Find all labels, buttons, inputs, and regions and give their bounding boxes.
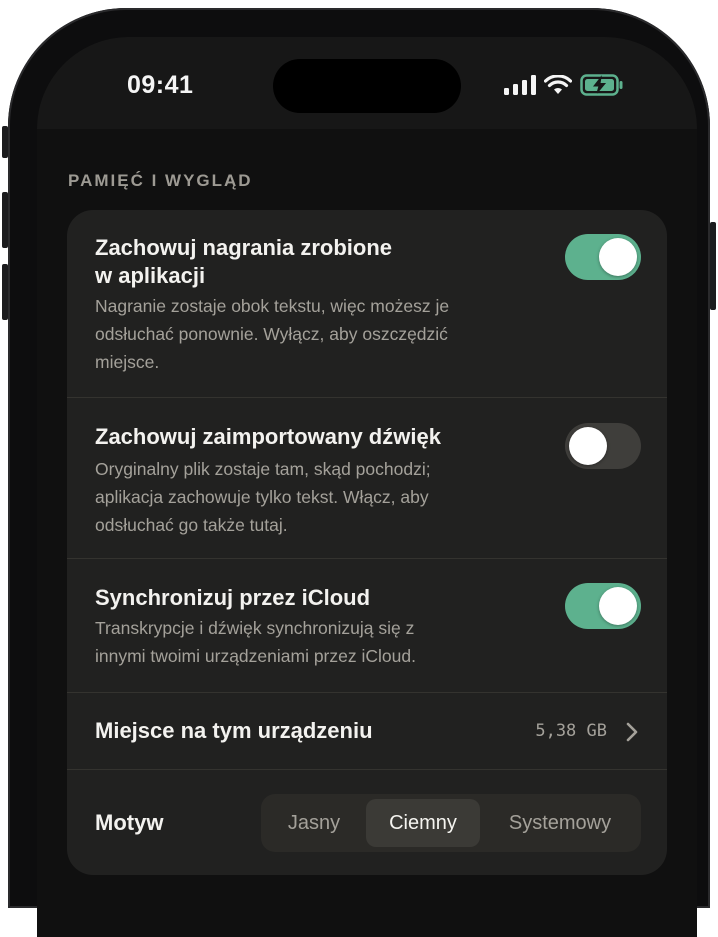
- row-description: Transkrypcje i dźwięk synchronizują się …: [95, 618, 415, 638]
- row-title: Zachowuj zaimportowany dźwięk: [95, 424, 441, 449]
- chevron-right-icon: [626, 722, 638, 742]
- signal-icon: [504, 75, 536, 95]
- toggle-knob: [599, 587, 637, 625]
- row-description: odsłuchać ponownie. Wyłącz, aby oszczędz…: [95, 324, 448, 344]
- screen: 09:41 PAMIĘĆ I WYGLĄD Zachowuj nagrania …: [37, 37, 697, 937]
- theme-option-system[interactable]: Systemowy: [484, 799, 636, 847]
- storage-value: 5,38 GB: [535, 721, 607, 741]
- icloud-sync-toggle[interactable]: [565, 583, 641, 629]
- setting-row-keep-recordings: Zachowuj nagrania zrobione w aplikacji N…: [67, 210, 667, 398]
- row-title: Synchronizuj przez iCloud: [95, 585, 371, 610]
- setting-row-icloud-sync: Synchronizuj przez iCloud Transkrypcje i…: [67, 559, 667, 693]
- dynamic-island: [273, 59, 461, 113]
- status-bar: 09:41: [37, 37, 697, 129]
- toggle-knob: [569, 427, 607, 465]
- settings-content: PAMIĘĆ I WYGLĄD Zachowuj nagrania zrobio…: [37, 129, 697, 929]
- status-time: 09:41: [127, 71, 194, 99]
- settings-card: Zachowuj nagrania zrobione w aplikacji N…: [67, 210, 667, 875]
- theme-segmented-control: Jasny Ciemny Systemowy: [261, 794, 641, 852]
- action-button: [2, 126, 8, 158]
- row-title: Zachowuj nagrania zrobione: [95, 235, 393, 260]
- row-description: odsłuchać go także tutaj.: [95, 515, 288, 535]
- row-description: aplikacja zachowuje tylko tekst. Włącz, …: [95, 487, 429, 507]
- volume-down-button: [2, 264, 8, 320]
- row-title: w aplikacji: [95, 263, 206, 288]
- setting-row-keep-imported: Zachowuj zaimportowany dźwięk Oryginalny…: [67, 398, 667, 559]
- volume-up-button: [2, 192, 8, 248]
- row-title: Miejsce na tym urządzeniu: [95, 718, 373, 743]
- theme-option-light[interactable]: Jasny: [266, 799, 362, 847]
- setting-row-storage[interactable]: Miejsce na tym urządzeniu 5,38 GB: [67, 693, 667, 770]
- phone-frame: 09:41 PAMIĘĆ I WYGLĄD Zachowuj nagrania …: [2, 8, 716, 937]
- row-description: Nagranie zostaje obok tekstu, więc możes…: [95, 296, 450, 316]
- battery-charging-icon: [580, 74, 623, 96]
- keep-recordings-toggle[interactable]: [565, 234, 641, 280]
- status-icons: [504, 73, 624, 97]
- setting-row-theme: Motyw Jasny Ciemny Systemowy: [67, 770, 667, 875]
- row-description: Oryginalny plik zostaje tam, skąd pochod…: [95, 459, 431, 479]
- toggle-knob: [599, 238, 637, 276]
- row-description: innymi twoimi urządzeniami przez iCloud.: [95, 646, 416, 666]
- section-header: PAMIĘĆ I WYGLĄD: [68, 171, 253, 190]
- theme-option-dark[interactable]: Ciemny: [366, 799, 480, 847]
- row-description: miejsce.: [95, 352, 160, 372]
- wifi-icon: [544, 75, 572, 94]
- power-button: [710, 222, 716, 310]
- keep-imported-toggle[interactable]: [565, 423, 641, 469]
- row-title: Motyw: [95, 810, 164, 835]
